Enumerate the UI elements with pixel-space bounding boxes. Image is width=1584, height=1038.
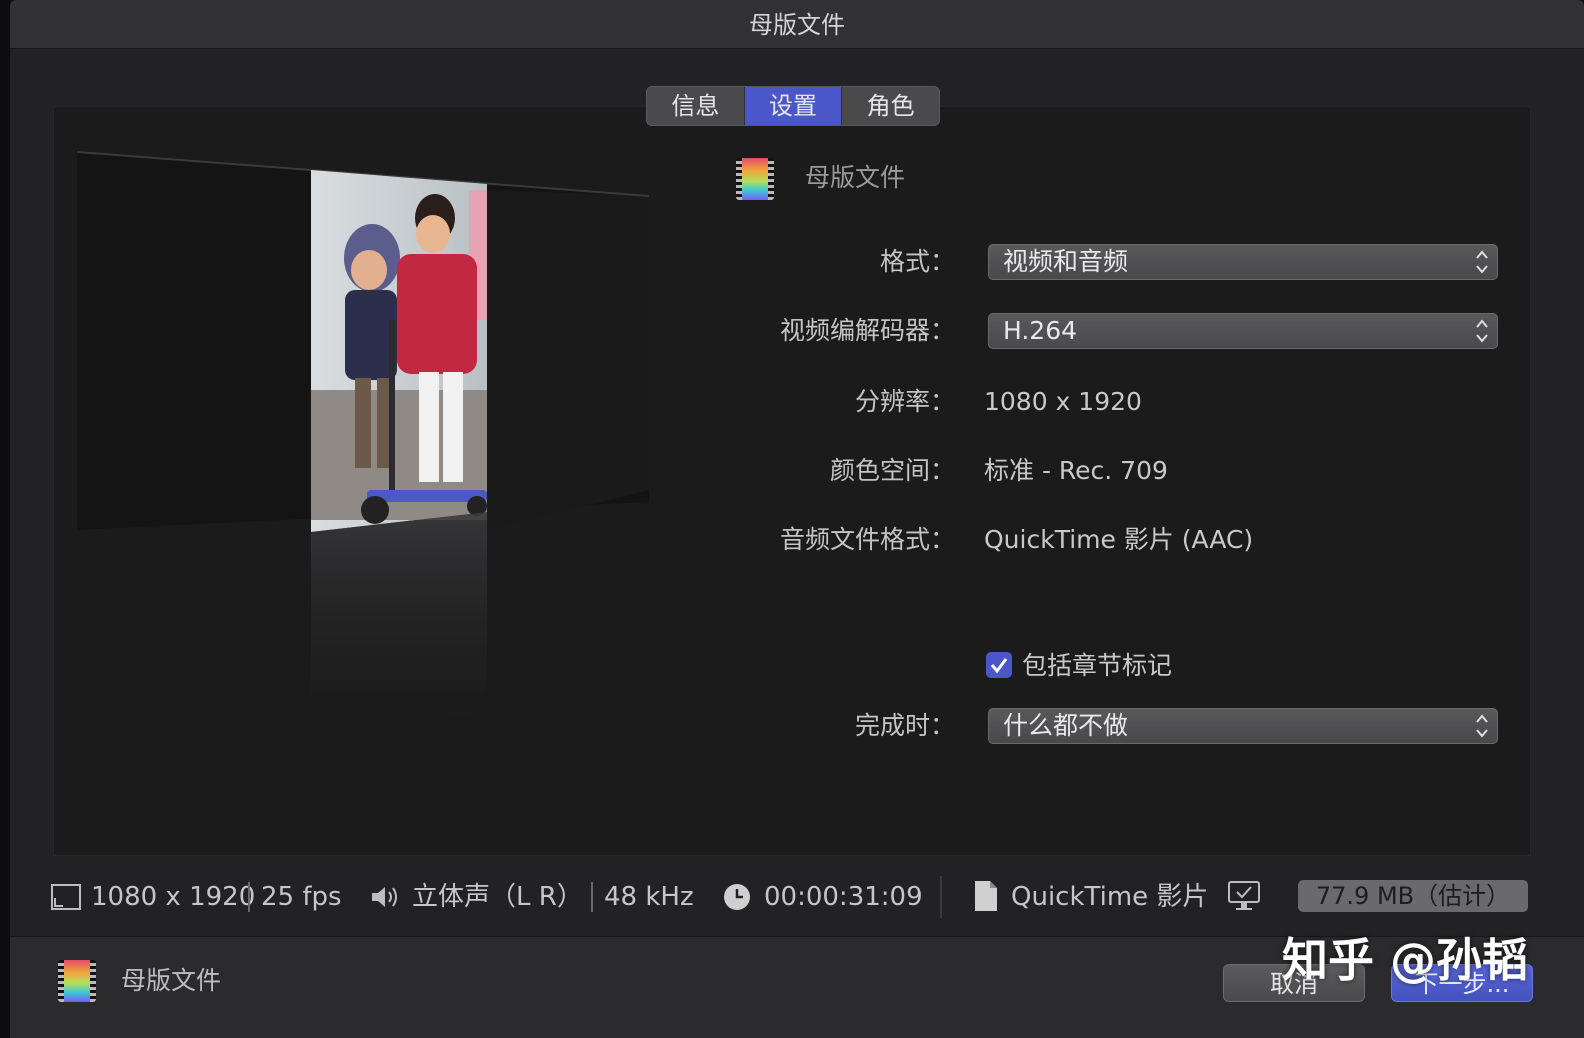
tab-settings[interactable]: 设置 [744,87,843,125]
film-icon [736,158,774,200]
tab-info[interactable]: 信息 [647,87,745,125]
film-icon [58,960,96,1002]
frame-size-icon [51,884,81,910]
updown-chevron-icon [1476,714,1488,738]
chapter-markers-label[interactable]: 包括章节标记 [1022,648,1172,684]
updown-chevron-icon [1476,319,1488,343]
resolution-label: 分辨率： [854,387,955,416]
title-bar: 母版文件 [10,0,1584,49]
codec-select[interactable]: H.264 [988,313,1498,349]
compatible-devices-icon[interactable] [1227,880,1261,912]
format-select[interactable]: 视频和音频 [988,244,1498,280]
preview-photo [311,170,487,532]
window-title: 母版文件 [749,11,845,39]
status-duration: 00:00:31:09 [764,882,923,912]
color-space-value: 标准 - Rec. 709 [984,456,1168,485]
status-sample-rate: 48 kHz [604,882,694,912]
clock-icon [724,884,750,910]
divider [591,882,593,912]
on-complete-label: 完成时： [854,711,955,740]
estimated-size-badge: 77.9 MB（估计） [1298,880,1528,912]
on-complete-value: 什么都不做 [1003,711,1129,740]
status-audio-channels: 立体声（L R） [412,882,583,912]
watermark-text: 知乎 @孙韬 [1282,933,1529,987]
resolution-value: 1080 x 1920 [984,387,1142,416]
chapter-markers-checkbox[interactable] [986,652,1012,678]
codec-value: H.264 [1003,316,1078,345]
audio-format-value: QuickTime 影片 (AAC) [984,525,1254,554]
destination-name: 母版文件 [805,163,906,192]
status-resolution: 1080 x 1920 [91,882,256,912]
updown-chevron-icon [1476,250,1488,274]
divider [248,882,250,912]
on-complete-select[interactable]: 什么都不做 [988,708,1498,744]
status-file-type: QuickTime 影片 [1011,882,1209,912]
speaker-icon [372,887,397,907]
footer-destination-label: 母版文件 [121,966,222,995]
divider [940,876,942,918]
status-fps: 25 fps [261,882,342,912]
document-icon [975,881,997,911]
codec-label: 视频编解码器： [779,316,955,345]
checkmark-icon [990,658,1008,674]
tab-roles[interactable]: 角色 [842,87,939,125]
format-value: 视频和音频 [1003,247,1129,276]
format-label: 格式： [879,247,955,276]
audio-format-label: 音频文件格式： [779,525,955,554]
color-space-label: 颜色空间： [829,456,955,485]
tab-bar: 信息 设置 角色 [646,86,940,126]
share-dialog-window: 母版文件 信息 设置 角色 母版文件 格式： 视频和音频 视频编解码器： H.2… [10,0,1584,1038]
